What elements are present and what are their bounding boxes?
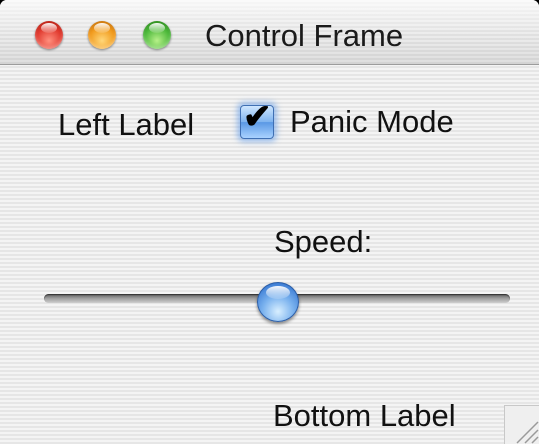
panic-mode-checkbox[interactable]: ✔ Panic Mode	[240, 100, 454, 140]
checkmark-icon: ✔	[243, 98, 272, 136]
control-frame-window: Control Frame Left Label ✔ Panic Mode Sp…	[0, 0, 539, 444]
window-title: Control Frame	[205, 18, 404, 53]
panic-mode-label[interactable]: Panic Mode	[290, 104, 454, 140]
title-bar[interactable]: Control Frame	[0, 0, 539, 65]
left-label: Left Label	[58, 107, 195, 142]
speed-slider[interactable]	[44, 282, 510, 322]
speed-label: Speed:	[274, 224, 373, 259]
minimize-button-icon[interactable]	[88, 21, 116, 49]
slider-knob[interactable]	[257, 282, 299, 322]
close-button-icon[interactable]	[35, 21, 63, 49]
checkbox-box[interactable]: ✔	[240, 100, 274, 139]
bottom-label: Bottom Label	[273, 398, 456, 433]
zoom-button-icon[interactable]	[143, 21, 171, 49]
resize-grip-icon[interactable]	[504, 405, 539, 444]
